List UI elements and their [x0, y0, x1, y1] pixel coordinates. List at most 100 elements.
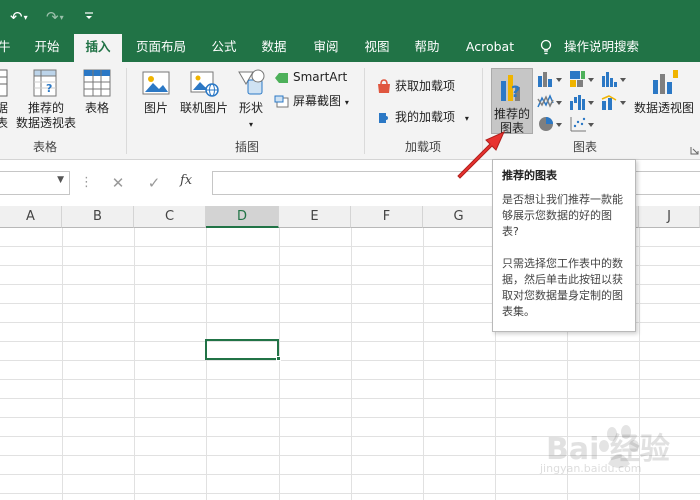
pie-chart-icon[interactable]: [537, 115, 565, 133]
grid-line: [351, 228, 352, 500]
tab-review[interactable]: 审阅: [306, 34, 346, 62]
recommended-pivot-tables-button[interactable]: ? 推荐的 数据透视表: [14, 68, 78, 131]
column-header[interactable]: A: [0, 206, 62, 228]
column-chart-icon[interactable]: [537, 70, 565, 88]
tab-data[interactable]: 数据: [254, 34, 294, 62]
cancel-formula-icon[interactable]: ✕: [106, 173, 130, 193]
column-header[interactable]: J: [639, 206, 700, 228]
scatter-chart-icon[interactable]: [569, 115, 597, 133]
shapes-label: 形状: [238, 101, 263, 115]
store-icon: [378, 78, 390, 93]
pivot-table-icon: [0, 69, 8, 97]
insert-function-button[interactable]: fx: [180, 173, 192, 188]
formula-bar-grip-icon[interactable]: ⋮: [80, 175, 93, 190]
get-addins-button[interactable]: 获取加载项: [376, 77, 455, 95]
column-header[interactable]: F: [351, 206, 423, 228]
hierarchy-chart-icon[interactable]: [569, 70, 597, 88]
recommended-pivot-label-1: 推荐的: [27, 101, 64, 115]
table-button[interactable]: 表格: [80, 68, 114, 116]
table-label: 表格: [84, 101, 109, 115]
group-separator: [364, 68, 365, 154]
tab-page-layout[interactable]: 页面布局: [130, 34, 192, 62]
smartart-label: SmartArt: [293, 70, 348, 84]
tab-formulas[interactable]: 公式: [204, 34, 244, 62]
pivot-chart-icon: [653, 70, 678, 94]
pivot-table-label-2: 表: [0, 116, 8, 130]
recommended-pivot-label-2: 数据透视表: [15, 116, 76, 130]
online-pictures-button[interactable]: 联机图片: [176, 68, 232, 116]
svg-text:?: ?: [511, 82, 520, 101]
pivot-table-button-partial[interactable]: 据 表: [0, 68, 10, 131]
recommended-charts-tooltip: 推荐的图表 是否想让我们推荐一款能够展示您数据的好的图表? 只需选择您工作表中的…: [492, 159, 636, 332]
shapes-dropdown-icon: ▾: [248, 120, 253, 129]
picture-icon: [142, 71, 170, 95]
waterfall-chart-icon[interactable]: [569, 93, 597, 111]
dialog-launcher-icon[interactable]: [690, 146, 699, 155]
excel-window: ↶▾ ↷▾ 牛 开始 插入 页面布局 公式 数据 审阅 视图 帮助 Acroba…: [0, 0, 700, 500]
tab-home[interactable]: 开始: [26, 34, 68, 62]
tab-insert[interactable]: 插入: [74, 34, 122, 62]
grid-line: [134, 228, 135, 500]
statistic-chart-icon[interactable]: [601, 70, 629, 88]
my-addins-label: 我的加载项: [395, 110, 456, 124]
recommended-charts-icon: ?: [501, 75, 520, 101]
screenshot-dropdown-icon: ▾: [344, 98, 349, 107]
my-addins-dropdown-icon: ▾: [464, 114, 469, 123]
smartart-button[interactable]: SmartArt: [274, 68, 347, 86]
tooltip-paragraph-1: 是否想让我们推荐一款能够展示您数据的好的图表?: [502, 193, 623, 238]
recommended-charts-label-1: 推荐的: [493, 107, 530, 121]
svg-text:?: ?: [46, 82, 52, 95]
pictures-label: 图片: [143, 101, 168, 115]
tab-acrobat[interactable]: Acrobat: [460, 34, 520, 62]
watermark-url: jingyan.baidu.com: [540, 462, 642, 475]
column-header[interactable]: G: [423, 206, 495, 228]
my-addins-icon: [379, 112, 388, 123]
pivot-table-label: 据: [0, 101, 8, 115]
screenshot-icon: [274, 95, 289, 107]
title-bar: ↶▾ ↷▾: [0, 0, 700, 34]
red-arrow-annotation: [457, 131, 505, 179]
column-header-selected[interactable]: D: [206, 206, 279, 228]
grid-line: [279, 228, 280, 500]
enter-formula-icon[interactable]: ✓: [142, 173, 166, 193]
ribbon-tabs: 牛 开始 插入 页面布局 公式 数据 审阅 视图 帮助 Acrobat 操作说明…: [0, 34, 700, 62]
tab-help[interactable]: 帮助: [407, 34, 447, 62]
column-header[interactable]: C: [134, 206, 206, 228]
redo-button[interactable]: ↷▾: [46, 7, 64, 28]
tell-me-search[interactable]: 操作说明搜索: [564, 34, 644, 62]
smartart-icon: [275, 72, 288, 83]
pictures-button[interactable]: 图片: [138, 68, 174, 116]
group-label-illustrations: 插图: [234, 140, 259, 154]
shapes-button[interactable]: 形状 ▾: [234, 68, 268, 132]
chevron-down-icon: ▼: [57, 175, 64, 185]
grid-line: [62, 228, 63, 500]
name-box[interactable]: ▼: [0, 171, 70, 195]
my-addins-button[interactable]: 我的加载项 ▾: [376, 108, 469, 128]
shapes-icon: [238, 69, 265, 95]
pivot-chart-label: 数据透视图: [633, 101, 694, 115]
recommended-pivot-icon: ?: [33, 69, 57, 97]
line-chart-icon[interactable]: [537, 93, 565, 111]
customize-quick-access-icon[interactable]: [84, 8, 94, 28]
fill-handle[interactable]: [276, 356, 281, 361]
undo-button[interactable]: ↶▾: [10, 7, 28, 28]
combo-chart-icon[interactable]: [601, 93, 629, 111]
group-separator: [126, 68, 127, 154]
tab-file-partial[interactable]: 牛: [0, 34, 11, 62]
pivot-chart-button[interactable]: 数据透视图: [632, 68, 696, 116]
column-header[interactable]: B: [62, 206, 134, 228]
online-pictures-label: 联机图片: [179, 101, 228, 115]
group-label-charts: 图表: [572, 140, 597, 154]
screenshot-label: 屏幕截图: [293, 94, 342, 108]
tab-view[interactable]: 视图: [357, 34, 397, 62]
online-picture-icon: [190, 71, 219, 97]
tooltip-title: 推荐的图表: [502, 169, 557, 182]
get-addins-label: 获取加载项: [395, 79, 456, 93]
column-header[interactable]: E: [279, 206, 351, 228]
screenshot-button[interactable]: 屏幕截图 ▾: [274, 92, 349, 112]
recommended-charts-button[interactable]: ? 推荐的 图表: [491, 68, 533, 135]
tooltip-paragraph-2: 只需选择您工作表中的数据，然后单击此按钮以获取对您数据量身定制的图表集。: [502, 257, 623, 318]
selected-cell[interactable]: [205, 339, 279, 360]
table-icon: [83, 69, 111, 97]
grid-line: [206, 228, 207, 500]
